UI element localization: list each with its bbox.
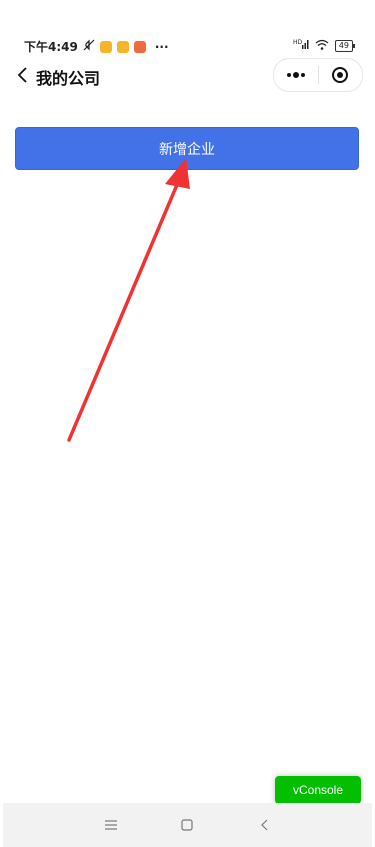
home-square-icon	[181, 819, 193, 831]
home-button[interactable]	[177, 815, 197, 835]
status-bar: 下午4:49 ··· HD 49	[0, 0, 375, 54]
mini-program-capsule	[273, 58, 363, 92]
status-right: HD 49	[293, 38, 356, 53]
mute-icon	[83, 39, 95, 54]
wifi-icon	[315, 39, 329, 53]
more-notifications-icon: ···	[154, 39, 169, 54]
vconsole-button[interactable]: vConsole	[275, 776, 361, 804]
hd-label: HD	[293, 39, 303, 46]
back-arrow-icon	[261, 819, 268, 831]
back-button[interactable]	[12, 64, 34, 86]
signal-icon: HD	[293, 38, 309, 53]
target-close-icon	[332, 67, 349, 83]
close-mini-program-button[interactable]	[319, 59, 363, 91]
more-menu-button[interactable]	[274, 59, 318, 91]
battery-icon: 49	[334, 39, 356, 52]
app-notification-icon	[116, 40, 129, 53]
chevron-left-icon	[17, 67, 27, 83]
status-left: 下午4:49 ···	[24, 38, 169, 55]
menu-icon	[105, 820, 117, 830]
system-back-button[interactable]	[255, 815, 275, 835]
more-dots-icon	[286, 72, 305, 78]
page-title: 我的公司	[36, 69, 101, 88]
system-nav-bar	[3, 803, 372, 847]
menu-button[interactable]	[101, 815, 121, 835]
nav-bar: 我的公司	[0, 56, 375, 96]
status-time: 下午4:49	[24, 40, 78, 54]
app-notification-icon	[99, 40, 112, 53]
app-notification-icon	[133, 40, 146, 53]
add-company-button[interactable]: 新增企业	[15, 127, 359, 170]
